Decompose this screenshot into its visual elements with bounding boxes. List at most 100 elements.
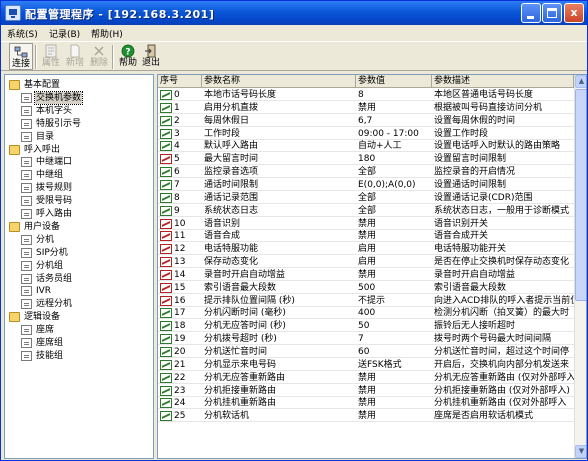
cell-description: 监控录音的开启情况 [434, 167, 516, 178]
tree-item-label: IVR [36, 286, 52, 297]
cell-value: 全部 [358, 205, 377, 216]
tree-item[interactable]: 技能组 [21, 350, 145, 362]
tree-group[interactable]: 基本配置 [9, 79, 145, 91]
table-row[interactable]: 10 语音识别 禁用 语音识别开关 [158, 218, 574, 230]
table-row[interactable]: 5 最大留言时间 180 设置留言时间限制 [158, 153, 574, 166]
tree-item[interactable]: 目录 [21, 131, 145, 143]
cell-description: 设置通话记录(CDR)范围 [434, 192, 533, 203]
cell-description: 设置每周休假的时间 [434, 115, 516, 126]
scroll-thumb[interactable] [575, 89, 586, 301]
table-row[interactable]: 8 通话记录范围 全部 设置通话记录(CDR)范围 [158, 192, 574, 204]
column-header-name[interactable]: 参数名称 [202, 75, 356, 88]
navigation-tree[interactable]: 基本配置 交换机参数 本机字头 特服引示号 目录 呼入呼出 中继端口 中继组 拨号规则 受限号码呼… [4, 74, 154, 459]
table-row[interactable]: 1 启用分机直拨 禁用 根据被叫号码直接访问分机 [158, 102, 574, 114]
table-row[interactable]: 6 监控录音选项 全部 监控录音的开启情况 [158, 166, 574, 179]
row-number: 4 [174, 141, 180, 152]
table-row[interactable]: 2 每周休假日 6,7 设置每周休假的时间 [158, 115, 574, 127]
tree-item[interactable]: 分机组 [21, 260, 145, 272]
table-row[interactable]: 11 语音合成 禁用 语音合成开关 [158, 230, 574, 243]
table-row[interactable]: 12 电话特服功能 启用 电话特服功能开关 [158, 243, 574, 256]
table-row[interactable]: 25 分机软话机 禁用 座席是否启用软话机模式 [158, 410, 574, 423]
table-row[interactable]: 16 提示排队位置间隔 (秒) 不提示 向进入ACD排队的呼入者提示当前位 [158, 295, 574, 307]
cell-value: 禁用 [358, 411, 377, 422]
table-row[interactable]: 4 默认呼入路由 自动+人工 设置电话呼入时默认的路由策略 [158, 140, 574, 153]
cell-index: 22 [158, 372, 202, 384]
cell-name: 录音时开启自动增益 [204, 269, 286, 280]
table-row[interactable]: 19 分机拨号超时 (秒) 7 拨号时两个号码最大时间间隔 [158, 333, 574, 346]
column-header-value[interactable]: 参数值 [356, 75, 432, 88]
tree-item[interactable]: 座席组 [21, 337, 145, 349]
cell-index: 20 [158, 346, 202, 358]
maximize-button[interactable] [542, 3, 562, 23]
parameter-icon [160, 257, 172, 268]
document-icon [21, 273, 32, 284]
vertical-scrollbar[interactable]: ▲ ▼ [574, 75, 586, 458]
column-header-description[interactable]: 参数描述 [432, 75, 574, 88]
tree-item[interactable]: 特服引示号 [21, 118, 145, 130]
table-row[interactable]: 17 分机闪断时间 (毫秒) 400 检测分机闪断（拍叉簧）的最大时 [158, 307, 574, 320]
connect-button[interactable]: 连接 [9, 43, 33, 70]
table-row[interactable]: 14 录音时开启自动增益 禁用 录音时开启自动增益 [158, 269, 574, 281]
cell-description: 检测分机闪断（拍叉簧）的最大时 [434, 308, 570, 319]
parameter-icon [160, 347, 172, 357]
menu-help[interactable]: 帮助(H) [89, 26, 125, 41]
table-row[interactable]: 22 分机无应答重新路由 禁用 分机无应答重新路由 (仅对外部呼入 [158, 372, 574, 384]
properties-button[interactable]: 属性 [39, 43, 63, 70]
tree-item[interactable]: 交换机参数 [21, 90, 145, 105]
row-number: 16 [174, 295, 186, 306]
table-row[interactable]: 7 通话时间限制 E(0,0);A(0,0) 设置通话时间限制 [158, 179, 574, 191]
table-row[interactable]: 24 分机挂机重新路由 禁用 分机挂机重新路由 (仅对外部呼入 [158, 397, 574, 410]
cell-description: 本地区普通电话号码长度 [434, 90, 534, 100]
tree-item[interactable]: IVR [21, 285, 145, 297]
menu-system[interactable]: 系统(S) [5, 26, 40, 41]
tree-item-label: 技能组 [36, 350, 64, 361]
cell-value: 全部 [358, 192, 377, 203]
minimize-button[interactable] [521, 3, 541, 23]
cell-value: 09:00 - 17:00 [358, 128, 419, 139]
scroll-up-button[interactable]: ▲ [575, 75, 586, 88]
table-row[interactable]: 9 系统状态日志 全部 系统状态日志，一般用于诊断模式 [158, 205, 574, 217]
parameter-icon [160, 218, 172, 229]
document-icon [21, 105, 32, 116]
tree-item[interactable]: 呼入路由 [21, 208, 145, 220]
tree-item[interactable]: 中继端口 [21, 156, 145, 168]
table-row[interactable]: 21 分机显示来电号码 送FSK格式 开启后，交换机向内部分机发送来 [158, 359, 574, 371]
cell-description: 振铃后无人接听超时 [434, 321, 516, 332]
tree-item[interactable]: 受限号码 [21, 195, 145, 207]
tree-item[interactable]: 拨号规则 [21, 182, 145, 194]
table-row[interactable]: 3 工作时段 09:00 - 17:00 设置工作时段 [158, 128, 574, 140]
tree-group[interactable]: 呼入呼出 [9, 144, 145, 156]
title-bar[interactable]: 配置管理程序 - [192.168.3.201] x [1, 1, 587, 25]
cell-index: 8 [158, 192, 202, 204]
column-header-no[interactable]: 序号 [158, 75, 202, 88]
tree-item[interactable]: SIP分机 [21, 247, 145, 259]
properties-label: 属性 [41, 58, 60, 68]
scroll-down-button[interactable]: ▼ [575, 445, 586, 458]
tree-item[interactable]: 话务员组 [21, 273, 145, 285]
exit-button[interactable]: 退出 [139, 43, 163, 70]
cell-index: 16 [158, 295, 202, 307]
table-row[interactable]: 20 分机送忙音时间 60 分机送忙音时间，超过这个时间停 [158, 346, 574, 358]
tree-item[interactable]: 座席 [21, 324, 145, 336]
cell-value: 禁用 [358, 231, 377, 242]
table-row[interactable]: 18 分机无应答时间 (秒) 50 振铃后无人接听超时 [158, 320, 574, 333]
document-icon [21, 260, 32, 271]
delete-button[interactable]: 删除 [87, 43, 111, 70]
cell-index: 7 [158, 179, 202, 191]
tree-item[interactable]: 本机字头 [21, 105, 145, 117]
tree-group[interactable]: 逻辑设备 [9, 311, 145, 323]
tree-item[interactable]: 分机 [21, 234, 145, 246]
tree-item[interactable]: 远程分机 [21, 298, 145, 310]
table-row[interactable]: 0 本地市话号码长度 8 本地区普通电话号码长度 [158, 89, 574, 101]
table-row[interactable]: 13 保存动态变化 启用 是否在停止交换机时保存动态变化 [158, 256, 574, 269]
tree-item[interactable]: 中继组 [21, 169, 145, 181]
parameter-icon [160, 282, 172, 293]
close-button[interactable]: x [564, 3, 584, 23]
tree-group[interactable]: 用户设备 [9, 221, 145, 233]
table-row[interactable]: 23 分机拒接重新路由 禁用 分机拒接重新路由 (仅对外部呼入) [158, 385, 574, 397]
app-icon [5, 5, 21, 21]
menu-record[interactable]: 记录(B) [47, 26, 82, 41]
table-row[interactable]: 15 索引语音最大段数 500 索引语音最大段数 [158, 282, 574, 294]
add-button[interactable]: 新增 [63, 43, 87, 70]
help-button[interactable]: ? 帮助 [116, 43, 140, 70]
